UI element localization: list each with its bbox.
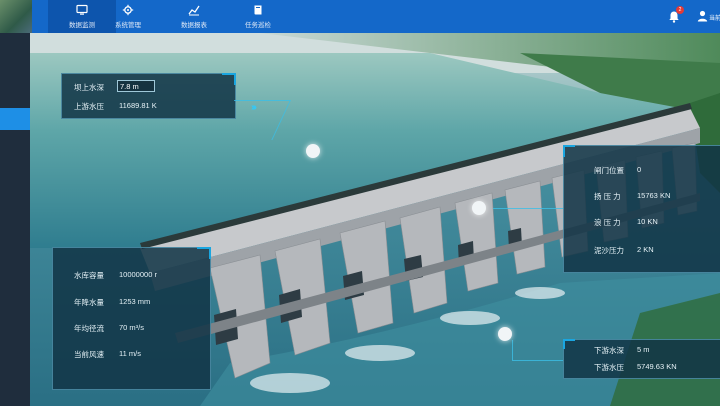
settings-gear-icon [122, 4, 134, 16]
marker-dot-upstream[interactable] [306, 144, 320, 158]
sediment-pressure-value: 2 KN [637, 245, 654, 254]
gate-info-panel: 闸门位置 0 扬 压 力 15763 KN 浪 压 力 10 KN 泥沙压力 2… [563, 145, 720, 273]
marker-dot-gate[interactable] [472, 201, 486, 215]
annual-runoff-value: 70 m³/s [119, 323, 145, 332]
reservoir-capacity-label: 水库容量 [74, 271, 104, 280]
logo-thumbnail [0, 0, 32, 33]
leader-line [234, 100, 290, 101]
upstream-pressure-value: 11689.81 K [119, 101, 157, 110]
leader-line [512, 340, 513, 360]
downstream-pressure-value: 5749.63 KN [637, 362, 677, 371]
upstream-depth-label: 坝上水深 [74, 83, 104, 92]
book-icon [252, 4, 264, 16]
tab-label: 系统管理 [115, 22, 141, 29]
current-wind-value: 11 m/s [119, 349, 141, 358]
sidebar-active-item[interactable] [0, 108, 30, 130]
user-icon[interactable] [697, 10, 708, 22]
leader-line [493, 208, 563, 209]
tab-label: 数据报表 [181, 22, 207, 29]
downstream-depth-label: 下游水深 [594, 346, 624, 355]
leader-line [512, 360, 563, 361]
tab-label: 任务巡检 [245, 22, 271, 29]
current-wind-label: 当前风速 [74, 350, 104, 359]
notification-count-badge: 2 [676, 6, 684, 14]
gate-position-label: 闸门位置 [594, 166, 624, 175]
tab-system-management[interactable]: 系统管理 [94, 0, 162, 33]
uplift-pressure-label: 扬 压 力 [594, 192, 621, 201]
gate-position-value: 0 [637, 165, 642, 174]
reservoir-capacity-value: 10000000 r [119, 270, 157, 279]
tab-task-inspection[interactable]: 任务巡检 [224, 0, 292, 33]
left-sidebar [0, 33, 30, 406]
top-navigation-bar: 数据监测 系统管理 数据报表 任务巡检 2 当前 [0, 0, 720, 33]
tab-data-reports[interactable]: 数据报表 [160, 0, 228, 33]
uplift-pressure-value: 15763 KN [637, 191, 671, 200]
wave-pressure-value: 10 KN [637, 217, 658, 226]
chevron-arrows-icon: ››› [251, 102, 257, 113]
annual-runoff-label: 年均径流 [74, 324, 104, 333]
upstream-depth-input[interactable]: 7.8 m [117, 80, 155, 92]
user-name-label[interactable]: 当前 [709, 13, 720, 22]
downstream-pressure-label: 下游水压 [594, 363, 624, 372]
line-chart-icon [188, 4, 200, 16]
reservoir-info-panel: 水库容量 10000000 r 年降水量 1253 mm 年均径流 70 m³/… [52, 247, 211, 390]
downstream-info-panel: 下游水深 5 m 下游水压 5749.63 KN [563, 339, 720, 379]
downstream-depth-value: 5 m [637, 345, 650, 354]
wave-pressure-label: 浪 压 力 [594, 218, 621, 227]
annual-precipitation-label: 年降水量 [74, 298, 104, 307]
tab-label: 数据监测 [69, 22, 95, 29]
sediment-pressure-label: 泥沙压力 [594, 246, 624, 255]
monitor-icon [76, 4, 88, 16]
annual-precipitation-value: 1253 mm [119, 297, 151, 306]
upstream-pressure-label: 上游水压 [74, 102, 104, 111]
marker-dot-downstream[interactable] [498, 327, 512, 341]
